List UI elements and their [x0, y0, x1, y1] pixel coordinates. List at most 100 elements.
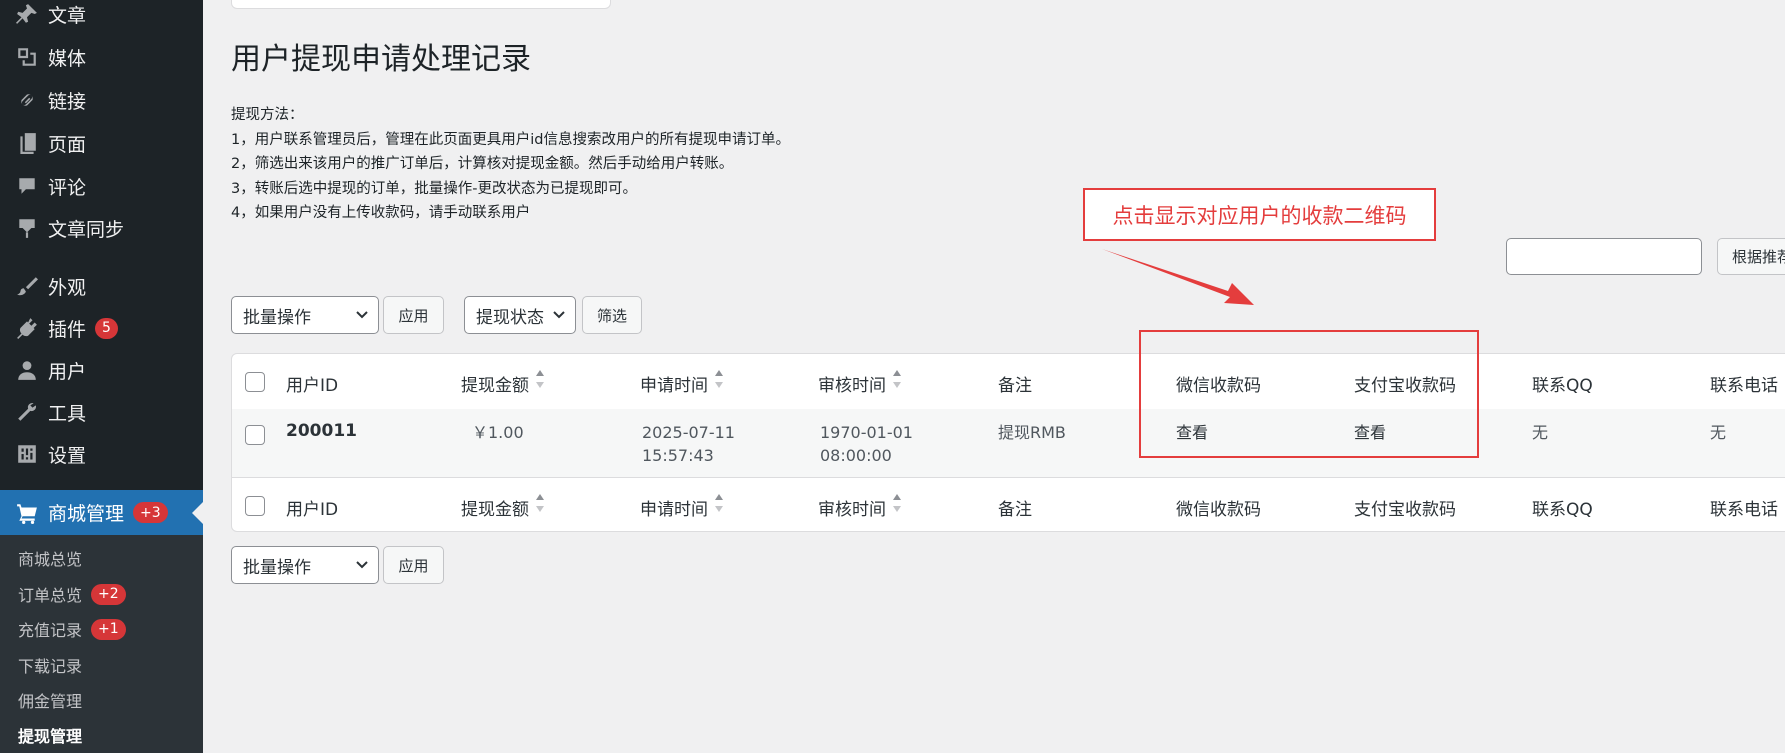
sidebar-item-users[interactable]: 用户 — [0, 350, 203, 390]
link-icon — [14, 87, 40, 113]
column-phone: 联系电话 — [1710, 500, 1778, 520]
instruction-line: 1，用户联系管理员后，管理在此页面更具用户id信息搜索改用户的所有提现申请订单。 — [231, 131, 790, 148]
column-qq: 联系QQ — [1532, 376, 1593, 396]
sidebar-item-label: 文章同步 — [48, 218, 125, 241]
shop-submenu: 商城总览 订单总览 +2 充值记录 +1 下载记录 佣金管理 提现管理 — [0, 535, 203, 753]
sidebar-item-pages[interactable]: 页面 — [0, 123, 203, 163]
sort-icon — [536, 494, 544, 512]
sidebar-item-comments[interactable]: 评论 — [0, 166, 203, 206]
row-note: 提现RMB — [998, 423, 1066, 442]
chevron-down-icon — [356, 311, 368, 319]
column-wechat-code: 微信收款码 — [1176, 500, 1261, 520]
sort-icon — [715, 370, 723, 388]
filter-button[interactable]: 筛选 — [582, 296, 642, 334]
select-all-checkbox[interactable] — [245, 372, 265, 392]
sidebar-item-shop-management[interactable]: 商城管理 +3 — [0, 490, 203, 535]
sidebar-item-media[interactable]: 媒体 — [0, 37, 203, 77]
pin-icon — [14, 1, 40, 27]
brush-icon — [14, 273, 40, 299]
submenu-recharge-records[interactable]: 充值记录 +1 — [18, 614, 126, 644]
sort-icon — [893, 370, 901, 388]
search-input[interactable] — [1506, 238, 1702, 275]
column-review-time[interactable]: 审核时间 — [818, 370, 902, 396]
chevron-down-icon — [553, 311, 565, 319]
plugin-icon — [14, 315, 40, 341]
sidebar-item-label: 文章 — [48, 4, 87, 27]
bulk-action-select-bottom[interactable]: 批量操作 — [231, 546, 379, 584]
annotation-callout: 点击显示对应用户的收款二维码 — [1083, 188, 1436, 241]
withdrawal-table: 用户ID 提现金额 申请时间 审核时间 备注 微信收款码 支付宝收款码 联系QQ… — [231, 353, 1785, 532]
user-icon — [14, 357, 40, 383]
table-footer: 用户ID 提现金额 申请时间 审核时间 备注 微信收款码 支付宝收款码 联系QQ… — [232, 478, 1785, 531]
column-phone: 联系电话 — [1710, 376, 1778, 396]
column-alipay-code: 支付宝收款码 — [1354, 500, 1456, 520]
sidebar-item-plugins[interactable]: 插件 5 — [0, 308, 203, 348]
view-alipay-code-link[interactable]: 查看 — [1354, 421, 1386, 444]
sort-icon — [536, 370, 544, 388]
submenu-withdrawal-management[interactable]: 提现管理 — [18, 720, 82, 750]
sidebar-item-label: 外观 — [48, 276, 87, 299]
column-wechat-code: 微信收款码 — [1176, 376, 1261, 396]
sidebar-item-label: 设置 — [48, 444, 87, 467]
media-icon — [14, 44, 40, 70]
column-user-id[interactable]: 用户ID — [286, 495, 338, 520]
select-all-checkbox-footer[interactable] — [245, 496, 265, 516]
sidebar-item-post-sync[interactable]: 文章同步 — [0, 208, 203, 248]
chevron-down-icon — [356, 561, 368, 569]
bulk-action-select[interactable]: 批量操作 — [231, 296, 379, 334]
column-qq: 联系QQ — [1532, 500, 1593, 520]
instructions: 提现方法： 1，用户联系管理员后，管理在此页面更具用户id信息搜索改用户的所有提… — [231, 103, 790, 226]
top-panel-edge — [231, 0, 611, 9]
submenu-order-overview[interactable]: 订单总览 +2 — [18, 579, 126, 609]
active-indicator-arrow — [192, 502, 203, 524]
table-row: 200011 ￥1.00 2025-07-11 15:57:43 1970-01-… — [232, 409, 1785, 478]
submenu-download-records[interactable]: 下载记录 — [18, 650, 82, 680]
column-amount[interactable]: 提现金额 — [461, 494, 545, 520]
column-note: 备注 — [998, 500, 1032, 520]
column-user-id[interactable]: 用户ID — [286, 371, 338, 396]
status-filter-select[interactable]: 提现状态 — [464, 296, 576, 334]
cart-icon — [14, 500, 40, 526]
row-qq: 无 — [1532, 423, 1549, 442]
sidebar-item-settings[interactable]: 设置 — [0, 434, 203, 474]
sidebar-item-label: 插件 — [48, 318, 87, 341]
annotation-arrow-icon — [1102, 249, 1254, 305]
settings-icon — [14, 441, 40, 467]
page-title: 用户提现申请处理记录 — [231, 42, 531, 77]
sidebar-item-label: 链接 — [48, 90, 87, 113]
sidebar-item-label: 用户 — [48, 360, 87, 383]
column-note: 备注 — [998, 376, 1032, 396]
search-button[interactable]: 根据推荐人ID搜索 — [1717, 238, 1785, 275]
row-user-id[interactable]: 200011 — [286, 421, 357, 441]
sidebar-item-label: 工具 — [48, 402, 87, 425]
sort-icon — [893, 494, 901, 512]
sidebar-item-appearance[interactable]: 外观 — [0, 266, 203, 306]
wrench-icon — [14, 399, 40, 425]
submenu-shop-overview[interactable]: 商城总览 — [18, 543, 82, 573]
sidebar-item-tools[interactable]: 工具 — [0, 392, 203, 432]
sidebar-item-links[interactable]: 链接 — [0, 80, 203, 120]
apply-button-bottom[interactable]: 应用 — [383, 546, 444, 584]
instruction-line: 4，如果用户没有上传收款码，请手动联系用户 — [231, 205, 531, 221]
row-phone: 无 — [1710, 423, 1727, 442]
sidebar-item-label: 页面 — [48, 133, 87, 156]
row-review-time: 1970-01-01 08:00:00 — [820, 423, 913, 465]
column-amount[interactable]: 提现金额 — [461, 370, 545, 396]
recharge-badge: +1 — [91, 618, 126, 640]
column-alipay-code: 支付宝收款码 — [1354, 376, 1456, 396]
column-apply-time[interactable]: 申请时间 — [640, 494, 724, 520]
column-review-time[interactable]: 审核时间 — [818, 494, 902, 520]
column-apply-time[interactable]: 申请时间 — [640, 370, 724, 396]
sidebar-item-label: 商城管理 — [48, 503, 125, 525]
sidebar-item-posts[interactable]: 文章 — [0, 0, 203, 34]
view-wechat-code-link[interactable]: 查看 — [1176, 421, 1208, 444]
row-checkbox[interactable] — [245, 425, 265, 445]
apply-button[interactable]: 应用 — [383, 296, 444, 334]
instruction-line: 提现方法： — [231, 107, 304, 123]
row-amount: ￥1.00 — [472, 423, 524, 442]
page-icon — [14, 130, 40, 156]
submenu-commission-management[interactable]: 佣金管理 — [18, 685, 82, 715]
instruction-line: 3，转账后选中提现的订单，批量操作-更改状态为已提现即可。 — [231, 180, 637, 197]
row-apply-time: 2025-07-11 15:57:43 — [642, 423, 735, 465]
table-header: 用户ID 提现金额 申请时间 审核时间 备注 微信收款码 支付宝收款码 联系QQ… — [232, 354, 1785, 410]
